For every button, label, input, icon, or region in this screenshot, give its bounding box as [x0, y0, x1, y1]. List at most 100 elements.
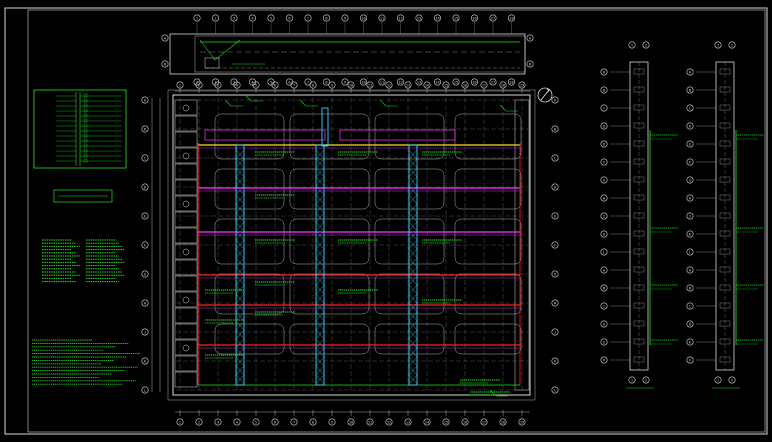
- axis-label: 1: [717, 378, 719, 382]
- axis-bubble: 2: [728, 41, 736, 49]
- axis-bubble: 10: [359, 78, 367, 86]
- axis-bubble: A: [600, 266, 608, 274]
- axis-bubble: F: [600, 158, 608, 166]
- axis-bubble: 7: [290, 81, 298, 89]
- axis-bubble: L: [551, 386, 559, 394]
- axis-bubble: A: [600, 68, 608, 76]
- axis-bubble: 9: [328, 81, 336, 89]
- axis-bubble: D: [600, 122, 608, 130]
- axis-bubble: 2: [642, 41, 650, 49]
- axis-label: 6: [288, 16, 290, 20]
- annotation-tag: [338, 239, 378, 244]
- axis-bubble: 8: [309, 418, 317, 426]
- axis-bubble: 2: [728, 376, 736, 384]
- axis-label: 17: [491, 16, 495, 20]
- axis-label: 14: [435, 80, 439, 84]
- axis-label: 10: [361, 80, 365, 84]
- axis-label: 18: [509, 16, 513, 20]
- axis-label: K: [603, 232, 606, 236]
- axis-bubble: G: [686, 176, 694, 184]
- axis-bubble: B: [551, 125, 559, 133]
- cad-drawing-canvas: 1122334455667788991010111112121313141415…: [4, 7, 768, 435]
- axis-bubble: F: [551, 241, 559, 249]
- axis-label: 3: [217, 420, 219, 424]
- axis-label: E: [554, 214, 556, 218]
- annotation-tag: [422, 299, 462, 304]
- axis-bubble: 15: [452, 78, 460, 86]
- axis-label: G: [603, 178, 605, 182]
- axis-label: G: [554, 272, 556, 276]
- riser-column: [315, 144, 325, 386]
- axis-label: H: [554, 301, 556, 305]
- axis-label: C: [689, 304, 691, 308]
- axis-bubble: 2: [212, 14, 220, 22]
- axis-label: 5: [255, 420, 257, 424]
- axis-label: 5: [255, 83, 257, 87]
- axis-bubble: 6: [285, 78, 293, 86]
- axis-bubble: 17: [480, 418, 488, 426]
- axis-bubble: A: [141, 96, 149, 104]
- axis-bubble: H: [686, 194, 694, 202]
- axis-bubble: 17: [489, 14, 497, 22]
- axis-label: L: [144, 388, 146, 392]
- axis-label: H: [603, 196, 605, 200]
- axis-bubble: 11: [366, 81, 374, 89]
- axis-label: 15: [444, 83, 448, 87]
- axis-label: 8: [325, 16, 327, 20]
- section-elevation-1: A B C D E F G H J K L A B C D E F 1 2 1 2: [600, 41, 678, 389]
- axis-bubble: 13: [415, 14, 423, 22]
- annotation-tag: [338, 151, 378, 156]
- axis-label: H: [689, 196, 691, 200]
- axis-bubble: E: [686, 140, 694, 148]
- axis-bubble: 11: [378, 14, 386, 22]
- axis-bubble: 9: [341, 78, 349, 86]
- axis-bubble: 14: [433, 14, 441, 22]
- axis-bubble: E: [141, 212, 149, 220]
- axis-label: 1: [196, 16, 198, 20]
- axis-label: 1: [717, 43, 719, 47]
- axis-bubble: 1: [176, 418, 184, 426]
- axis-bubble: E: [551, 212, 559, 220]
- axis-bubble: B: [686, 86, 694, 94]
- axis-label: 13: [406, 420, 410, 424]
- axis-bubble: F: [686, 356, 694, 364]
- axis-bubble: 15: [452, 14, 460, 22]
- axis-label: 5: [270, 16, 272, 20]
- axis-bubble: 12: [396, 14, 404, 22]
- axis-label: 16: [472, 80, 476, 84]
- axis-bubble: 10: [359, 14, 367, 22]
- axis-label: 2: [198, 420, 200, 424]
- axis-label: 10: [349, 83, 353, 87]
- axis-label: 16: [463, 420, 467, 424]
- axis-label: A: [603, 268, 606, 272]
- axis-label: C: [144, 156, 146, 160]
- axis-label: 11: [380, 16, 384, 20]
- riser-column: [408, 144, 418, 386]
- axis-bubble: 13: [404, 418, 412, 426]
- axis-bubble: 12: [385, 418, 393, 426]
- axis-label: C: [603, 304, 605, 308]
- axis-label: 13: [417, 80, 421, 84]
- axis-bubble: 14: [423, 81, 431, 89]
- axis-bubble: 1: [628, 376, 636, 384]
- axis-bubble: 5: [267, 14, 275, 22]
- axis-bubble: J: [141, 328, 149, 336]
- axis-bubble: H: [141, 299, 149, 307]
- axis-label: 7: [307, 16, 309, 20]
- leader-line: [299, 99, 318, 107]
- axis-bubble: 12: [396, 78, 404, 86]
- axis-label: K: [689, 232, 692, 236]
- axis-label: C: [689, 106, 691, 110]
- axis-label: 1: [631, 43, 633, 47]
- axis-bubble: B: [526, 60, 534, 68]
- axis-label: 8: [312, 420, 314, 424]
- axis-label: 2: [214, 16, 216, 20]
- axis-bubble: 13: [404, 81, 412, 89]
- axis-bubble: 4: [233, 418, 241, 426]
- axis-bubble: 15: [442, 81, 450, 89]
- axis-bubble: 6: [285, 14, 293, 22]
- axis-label: 9: [331, 83, 333, 87]
- axis-label: F: [554, 243, 556, 247]
- axis-bubble: B: [141, 125, 149, 133]
- axis-bubble: K: [600, 230, 608, 238]
